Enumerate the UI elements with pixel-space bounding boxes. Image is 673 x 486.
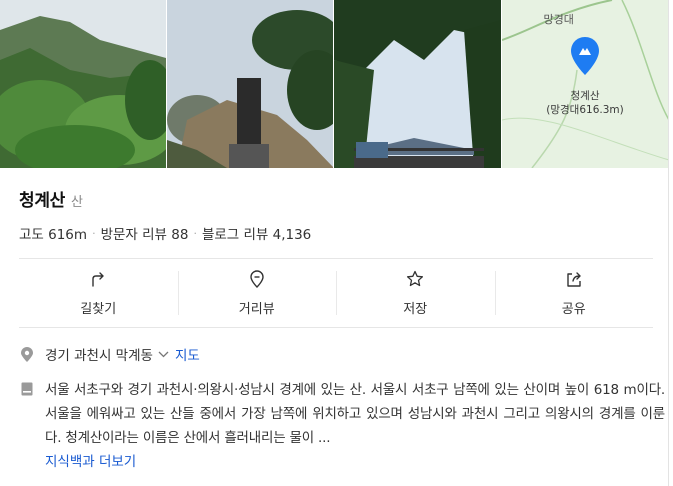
address-row: 경기 과천시 막계동 지도 — [19, 344, 653, 364]
blog-reviews-link[interactable]: 블로그 리뷰 4,136 — [202, 223, 311, 243]
book-icon — [19, 378, 35, 396]
chevron-down-icon[interactable] — [158, 348, 169, 361]
directions-icon — [89, 270, 107, 292]
map-link[interactable]: 지도 — [175, 344, 200, 364]
street-view-button[interactable]: 거리뷰 — [177, 259, 337, 327]
photo-summit-stone[interactable] — [166, 0, 333, 168]
stats-line: 고도 616m · 방문자 리뷰 88 · 블로그 리뷰 4,136 — [19, 223, 649, 244]
map-thumbnail[interactable]: 망경대 청계산 (망경대616.3m) — [501, 0, 669, 168]
description-row: 서울 서초구와 경기 과천시·의왕시·성남시 경계에 있는 산. 서울시 서초구… — [19, 378, 665, 470]
photo-mountain-forest[interactable] — [0, 0, 166, 168]
map-peak-height: (망경대616.3m) — [546, 104, 624, 116]
elevation-stat: 고도 616m — [19, 227, 88, 243]
share-label: 공유 — [561, 301, 586, 317]
directions-button[interactable]: 길찾기 — [19, 259, 178, 327]
place-title[interactable]: 청계산 — [19, 186, 65, 211]
share-icon — [565, 270, 583, 292]
photo-strip: 망경대 청계산 (망경대616.3m) — [0, 0, 668, 168]
save-label: 저장 — [403, 301, 428, 317]
address-text[interactable]: 경기 과천시 막계동 — [45, 344, 153, 364]
share-button[interactable]: 공유 — [494, 259, 654, 327]
location-pin-icon — [570, 37, 599, 75]
map-label-manggyeongdae: 망경대 — [543, 13, 574, 26]
street-view-label: 거리뷰 — [238, 301, 275, 317]
street-view-icon — [248, 269, 266, 292]
photo-viewpoint[interactable] — [334, 0, 501, 168]
visitor-reviews-link[interactable]: 방문자 리뷰 88 — [101, 223, 189, 243]
action-bar: 길찾기 거리뷰 저장 공유 — [19, 258, 653, 328]
location-icon — [19, 346, 35, 362]
save-button[interactable]: 저장 — [336, 259, 495, 327]
map-peak-name: 청계산 — [570, 90, 600, 102]
separator-dot: · — [92, 226, 96, 240]
encyclopedia-more-link[interactable]: 지식백과 더보기 — [45, 450, 665, 470]
separator-dot: · — [193, 226, 197, 240]
directions-label: 길찾기 — [80, 301, 117, 317]
description-text: 서울 서초구와 경기 과천시·의왕시·성남시 경계에 있는 산. 서울시 서초구… — [45, 382, 665, 446]
map-peak-label: 청계산 (망경대616.3m) — [502, 89, 669, 117]
star-icon — [406, 270, 424, 292]
description-block: 서울 서초구와 경기 과천시·의왕시·성남시 경계에 있는 산. 서울시 서초구… — [45, 378, 665, 470]
place-category: 산 — [71, 195, 83, 210]
place-card: 망경대 청계산 (망경대616.3m) 청계산 산 고도 616m · 방문자 … — [0, 0, 669, 486]
